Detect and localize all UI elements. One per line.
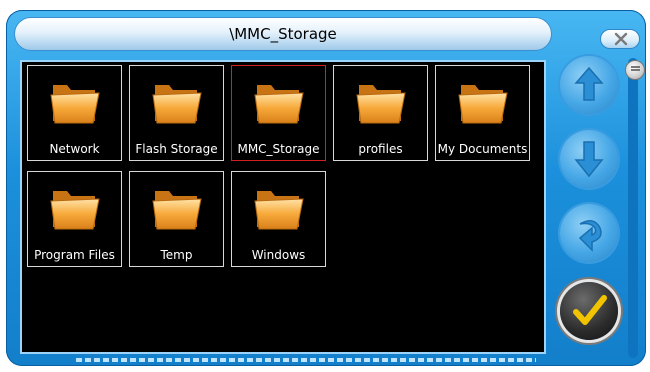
arrow-up-icon bbox=[574, 66, 604, 101]
folder-icon bbox=[50, 191, 100, 230]
folder-tile[interactable]: Windows bbox=[231, 171, 326, 267]
folder-icon bbox=[152, 85, 202, 124]
folder-label: My Documents bbox=[437, 142, 528, 156]
folder-label: Network bbox=[49, 142, 100, 156]
folder-tile[interactable]: Temp bbox=[129, 171, 224, 267]
folder-tile[interactable]: Flash Storage bbox=[129, 65, 224, 161]
scroll-down-button[interactable] bbox=[560, 130, 618, 188]
back-button[interactable] bbox=[560, 204, 618, 262]
window-title: \MMC_Storage bbox=[229, 25, 337, 43]
folder-icon bbox=[50, 85, 100, 124]
folder-tile[interactable]: Program Files bbox=[27, 171, 122, 267]
folder-icon bbox=[254, 85, 304, 124]
close-button[interactable] bbox=[600, 29, 640, 49]
folder-label: Program Files bbox=[34, 248, 115, 262]
arrow-down-icon bbox=[574, 141, 604, 178]
ok-button[interactable] bbox=[560, 282, 618, 340]
checkmark-icon bbox=[573, 295, 607, 325]
bottom-border-decoration bbox=[76, 358, 536, 362]
folder-label: Temp bbox=[160, 248, 193, 262]
scrollbar-thumb[interactable] bbox=[625, 60, 645, 80]
folder-label: profiles bbox=[358, 142, 403, 156]
back-arrow-icon bbox=[578, 220, 602, 252]
folder-label: MMC_Storage bbox=[237, 142, 320, 156]
close-x-icon bbox=[614, 32, 628, 46]
folder-tile[interactable]: MMC_Storage bbox=[231, 65, 326, 161]
folder-icon bbox=[458, 85, 508, 124]
scroll-up-button[interactable] bbox=[560, 56, 618, 114]
folder-icon bbox=[152, 191, 202, 230]
folder-tile[interactable]: Network bbox=[27, 65, 122, 161]
folder-icon bbox=[356, 85, 406, 124]
folder-tile[interactable]: My Documents bbox=[435, 65, 530, 161]
folder-icon bbox=[254, 191, 304, 230]
scrollbar-track[interactable] bbox=[628, 58, 638, 358]
folder-label: Flash Storage bbox=[135, 142, 218, 156]
title-bar: \MMC_Storage bbox=[14, 17, 552, 51]
folder-label: Windows bbox=[251, 248, 306, 262]
folder-tile[interactable]: profiles bbox=[333, 65, 428, 161]
folder-view: Network Flash Storage MMC_Storage profiles M… bbox=[20, 60, 546, 354]
